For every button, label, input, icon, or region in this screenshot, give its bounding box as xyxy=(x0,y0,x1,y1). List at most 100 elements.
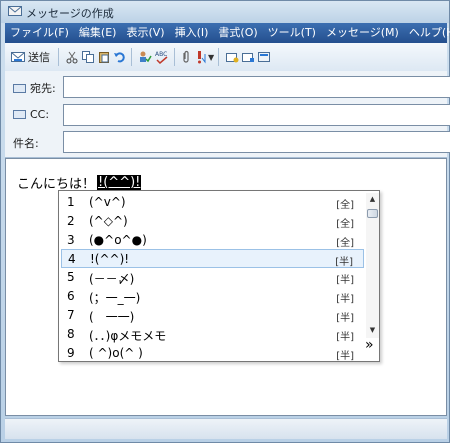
cc-label: CC: xyxy=(30,108,50,121)
candidate-5[interactable]: 5 (－－〆) [半] xyxy=(61,268,364,287)
candidate-text: ( ^)o(^ ) xyxy=(89,346,143,360)
check-names-button[interactable] xyxy=(138,46,152,68)
send-label: 送信 xyxy=(28,51,50,64)
candidate-4-selected[interactable]: 4 !(^^)! [半] xyxy=(61,249,364,268)
candidate-number: 2 xyxy=(67,214,75,228)
cc-row: CC: xyxy=(5,102,450,128)
to-row: 宛先: xyxy=(5,74,450,100)
candidate-text: (^◇^) xyxy=(89,214,128,228)
sign-icon xyxy=(226,53,239,63)
undo-icon xyxy=(114,52,125,63)
candidate-8[interactable]: 8 (．．)φメモメモ [半] xyxy=(61,325,364,344)
to-field[interactable] xyxy=(63,76,450,98)
candidate-number: 6 xyxy=(67,289,75,303)
send-button[interactable]: 送信 xyxy=(7,46,54,68)
encrypt-button[interactable] xyxy=(241,46,255,68)
message-headers: 宛先: CC: 件名: xyxy=(5,71,450,158)
toolbar-divider xyxy=(218,48,220,66)
candidate-number: 8 xyxy=(67,327,75,341)
ime-composition: !(^^)! xyxy=(97,175,142,190)
candidate-width-tag: [半] xyxy=(335,257,353,268)
cut-icon xyxy=(66,51,78,64)
candidate-number: 9 xyxy=(67,346,75,360)
candidate-text: (●^o^●) xyxy=(89,233,147,247)
toolbar-divider xyxy=(58,48,59,66)
expand-icon[interactable]: » xyxy=(365,337,374,353)
check-names-icon xyxy=(140,51,152,63)
spelling-icon: ABC xyxy=(155,51,168,64)
attach-icon xyxy=(183,50,189,63)
candidate-1[interactable]: 1 (^v^) [全] xyxy=(61,193,364,212)
svg-text:ABC: ABC xyxy=(155,51,167,58)
cc-button[interactable]: CC: xyxy=(13,108,49,121)
mail-icon xyxy=(8,6,22,16)
scroll-thumb[interactable] xyxy=(367,209,378,218)
ime-candidate-window: 1 (^v^) [全] 2 (^◇^) [全] 3 (●^o^●) [全] 4 … xyxy=(58,190,380,362)
encrypt-icon xyxy=(242,53,255,62)
title-bar: メッセージの作成 xyxy=(1,1,449,23)
scroll-up-icon[interactable]: ▲ xyxy=(366,193,379,205)
address-book-icon xyxy=(13,110,26,119)
toolbar: 送信 ABC ▼ xyxy=(5,43,447,72)
menu-format[interactable]: 書式(O) xyxy=(213,23,262,43)
candidate-width-tag: [全] xyxy=(336,238,354,249)
candidate-width-tag: [半] xyxy=(336,275,354,286)
menu-edit[interactable]: 編集(E) xyxy=(74,23,122,43)
scroll-down-icon[interactable]: ▼ xyxy=(366,324,379,336)
candidate-number: 3 xyxy=(67,233,75,247)
spelling-button[interactable]: ABC xyxy=(154,46,170,68)
candidate-text: ( 一一) xyxy=(89,310,135,324)
menu-view[interactable]: 表示(V) xyxy=(121,23,169,43)
candidate-width-tag: [半] xyxy=(336,294,354,305)
menu-help[interactable]: ヘルプ(H) xyxy=(404,23,450,43)
attach-button[interactable] xyxy=(181,46,191,68)
cut-button[interactable] xyxy=(65,46,79,68)
menu-tools[interactable]: ツール(T) xyxy=(263,23,321,43)
copy-icon xyxy=(82,51,94,63)
candidate-text: !(^^)! xyxy=(90,252,130,266)
candidate-9[interactable]: 9 ( ^)o(^ ) [半] xyxy=(61,344,364,363)
paste-button[interactable] xyxy=(97,46,111,68)
candidate-width-tag: [半] xyxy=(336,313,354,324)
subject-label: 件名: xyxy=(13,137,39,150)
toolbar-divider xyxy=(131,48,132,66)
address-book-icon xyxy=(13,83,26,93)
candidate-number: 7 xyxy=(67,308,75,322)
candidate-text: (；一_一) xyxy=(89,291,141,305)
candidate-number: 1 xyxy=(67,195,75,209)
candidate-number: 5 xyxy=(67,270,75,284)
candidate-7[interactable]: 7 ( 一一) [半] xyxy=(61,306,364,325)
candidate-width-tag: [全] xyxy=(336,219,354,230)
paste-icon xyxy=(99,52,109,63)
offline-button[interactable] xyxy=(257,46,271,68)
priority-icon xyxy=(198,51,206,64)
candidate-2[interactable]: 2 (^◇^) [全] xyxy=(61,212,364,231)
candidate-text: (－－〆) xyxy=(89,272,135,286)
menu-file[interactable]: ファイル(F) xyxy=(5,23,74,43)
to-label: 宛先: xyxy=(30,82,56,95)
cc-field[interactable] xyxy=(63,104,450,126)
chevron-down-icon[interactable]: ▼ xyxy=(208,53,214,62)
window-title: メッセージの作成 xyxy=(26,7,114,20)
status-bar xyxy=(5,418,447,439)
sign-button[interactable] xyxy=(225,46,239,68)
priority-button[interactable]: ▼ xyxy=(193,46,214,68)
candidate-width-tag: [半] xyxy=(336,332,354,343)
undo-button[interactable] xyxy=(113,46,127,68)
offline-icon xyxy=(258,52,271,62)
candidate-number: 4 xyxy=(68,252,76,266)
candidate-3[interactable]: 3 (●^o^●) [全] xyxy=(61,231,364,250)
menu-insert[interactable]: 挿入(I) xyxy=(170,23,214,43)
candidate-text: (．．)φメモメモ xyxy=(89,329,167,343)
candidate-width-tag: [半] xyxy=(336,351,354,362)
copy-button[interactable] xyxy=(81,46,95,68)
menu-message[interactable]: メッセージ(M) xyxy=(321,23,404,43)
subject-field[interactable] xyxy=(63,131,450,153)
candidate-width-tag: [全] xyxy=(336,200,354,211)
candidate-scrollbar[interactable]: ▲ ▼ xyxy=(366,193,379,338)
toolbar-divider xyxy=(174,48,175,66)
menu-bar: ファイル(F) 編集(E) 表示(V) 挿入(I) 書式(O) ツール(T) メ… xyxy=(5,23,450,43)
subject-row: 件名: xyxy=(5,129,450,155)
candidate-6[interactable]: 6 (；一_一) [半] xyxy=(61,287,364,306)
to-button[interactable]: 宛先: xyxy=(13,80,56,96)
